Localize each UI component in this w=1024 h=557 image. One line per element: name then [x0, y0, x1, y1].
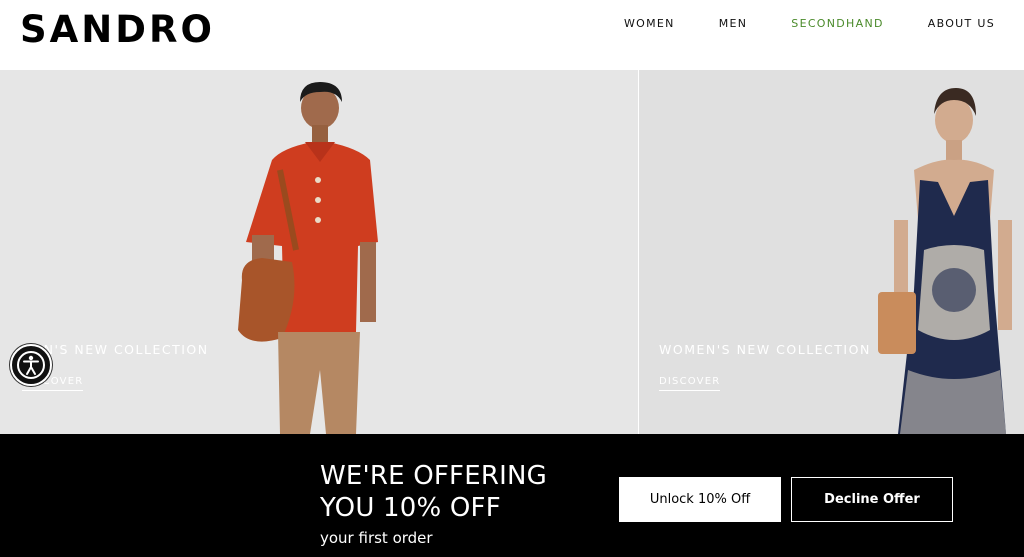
main-nav: WOMEN MEN SECONDHAND ABOUT US [624, 17, 995, 30]
brand-logo[interactable]: SANDRO [20, 8, 215, 51]
women-collection-panel[interactable]: WOMEN'S NEW COLLECTION DISCOVER [638, 70, 1024, 434]
accessibility-button[interactable] [10, 344, 52, 386]
hero-section: MEN'S NEW COLLECTION DISCOVER WOMEN'S NE… [0, 70, 1024, 434]
men-collection-title[interactable]: MEN'S NEW COLLECTION [22, 342, 209, 357]
nav-item-secondhand[interactable]: SECONDHAND [791, 17, 883, 30]
men-collection-panel[interactable]: MEN'S NEW COLLECTION DISCOVER [0, 70, 638, 434]
nav-item-women[interactable]: WOMEN [624, 17, 675, 30]
women-discover-link[interactable]: DISCOVER [659, 376, 721, 391]
offer-headline-line2: YOU 10% OFF [320, 493, 501, 523]
site-header: SANDRO WOMEN MEN SECONDHAND ABOUT US [0, 0, 1024, 70]
offer-subline: your first order [320, 529, 433, 547]
nav-item-about-us[interactable]: ABOUT US [928, 17, 995, 30]
nav-item-men[interactable]: MEN [719, 17, 748, 30]
offer-headline-line1: WE'RE OFFERING [320, 461, 547, 491]
women-collection-title[interactable]: WOMEN'S NEW COLLECTION [659, 342, 871, 357]
offer-headline: WE'RE OFFERING YOU 10% OFF [320, 460, 580, 524]
unlock-offer-button[interactable]: Unlock 10% Off [619, 477, 781, 522]
men-model-image [238, 82, 378, 434]
panel-divider [638, 70, 639, 434]
decline-offer-button[interactable]: Decline Offer [791, 477, 953, 522]
accessibility-icon [17, 351, 45, 379]
